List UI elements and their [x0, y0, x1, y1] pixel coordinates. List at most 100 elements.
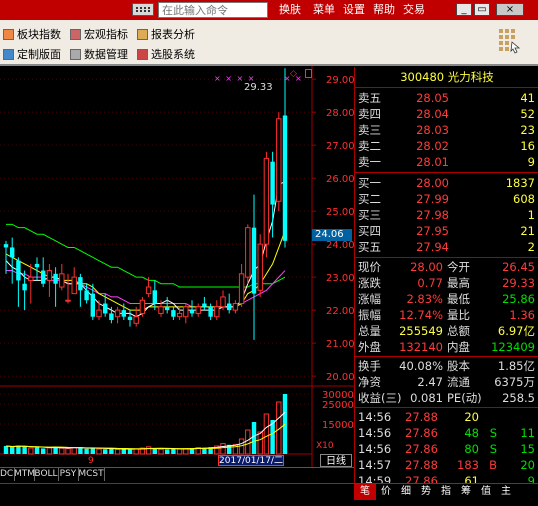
tick-price: 27.88 — [405, 410, 438, 424]
volume-bar — [220, 443, 226, 455]
minimize-button[interactable]: _ — [456, 3, 472, 16]
volume-bar — [103, 449, 108, 454]
bid-price: 27.99 — [416, 192, 449, 206]
stat-value: 29.33 — [502, 276, 535, 290]
kline-chart[interactable]: 29.00 28.00 27.00 26.00 25.00 24.00 23.00 22.00… — [0, 66, 354, 483]
candle-body — [121, 310, 126, 317]
volume-bar — [165, 449, 170, 454]
candle-body — [165, 306, 170, 311]
tick-volume: 48 — [464, 426, 479, 440]
tab-value[interactable]: 值 — [476, 484, 496, 500]
quote-panel: 300480 光力科技 卖五 28.05 41 卖四 28.04 52 卖三 28.03 23 卖… — [354, 67, 538, 504]
candle-body — [96, 309, 102, 318]
stat-label: 今开 — [447, 260, 470, 274]
macro-indicator-icon — [70, 28, 81, 40]
stat-label: 最低 — [447, 292, 470, 306]
volume-bar — [133, 448, 139, 455]
tick-time: 14:56 — [358, 426, 392, 440]
buy-book: 买一 28.00 1837 买二 27.99 608 买三 27.98 1 买四 27.95 21 买五… — [355, 173, 538, 257]
tab-detail[interactable]: 细 — [396, 484, 416, 500]
data-manage-button[interactable]: 数据管理 — [70, 46, 128, 62]
candle-body — [22, 283, 27, 291]
volume-bar — [263, 413, 270, 455]
ask-row: 卖二 28.02 16 — [355, 138, 538, 154]
indicator-tab-dc[interactable]: DC — [0, 468, 15, 481]
tab-price[interactable]: 价 — [376, 484, 396, 500]
candle-body — [245, 227, 251, 278]
sector-index-button[interactable]: 板块指数 — [3, 26, 61, 42]
command-input[interactable] — [158, 2, 268, 18]
menu-help[interactable]: 帮助 — [369, 1, 399, 18]
candle-body — [114, 309, 121, 318]
menu-menu[interactable]: 菜单 — [309, 1, 339, 18]
ask-label: 卖五 — [358, 91, 381, 105]
tab-trend[interactable]: 势 — [416, 484, 436, 500]
ask-volume: 41 — [520, 91, 535, 105]
crosshair-price-label: 24.06 — [312, 229, 352, 241]
stat-label: 现价 — [358, 260, 381, 274]
indicator-tab-mcst[interactable]: MCST — [78, 468, 105, 481]
ask-row: 卖四 28.04 52 — [355, 106, 538, 122]
stat-label: 涨跌 — [358, 276, 381, 290]
close-button[interactable]: × — [496, 3, 524, 16]
bid-row: 买四 27.95 21 — [355, 223, 538, 239]
stock-code: 300480 — [400, 70, 445, 84]
candle-body — [71, 276, 77, 295]
fundamental-row: 收益(三) 0.081 PE(动) 258.5 — [355, 390, 538, 406]
volume-bar — [59, 447, 65, 455]
tick-volume: 183 — [457, 458, 479, 472]
fundamental-label: 流通 — [447, 375, 470, 389]
volume-bar — [90, 447, 95, 454]
candle-body — [176, 312, 183, 318]
tick-row: 14:56 27.88 20 — [355, 409, 538, 425]
volume-bar — [251, 422, 257, 454]
sector-index-icon — [3, 28, 14, 40]
volume-ma10-line — [5, 423, 286, 450]
candle-body — [127, 316, 133, 321]
stat-value: 0.77 — [417, 276, 443, 290]
fundamental-value: 0.081 — [410, 391, 443, 405]
menu-skin[interactable]: 换肤 — [275, 1, 305, 18]
keyboard-icon[interactable] — [132, 3, 154, 16]
fundamental-value: 2.47 — [417, 375, 443, 389]
grid-layout-icon[interactable] — [497, 26, 521, 54]
custom-layout-button[interactable]: 定制版面 — [3, 46, 61, 62]
max-price-label: 29.33 — [244, 82, 273, 93]
volume-bar — [41, 448, 46, 454]
tab-ticks[interactable]: 笔 — [354, 484, 376, 500]
tab-main[interactable]: 主 — [496, 484, 516, 500]
stat-value: 255549 — [399, 324, 443, 338]
candle-body — [90, 293, 95, 317]
menu-settings[interactable]: 设置 — [339, 1, 369, 18]
candle-body — [103, 303, 108, 314]
report-analysis-button[interactable]: 报表分析 — [137, 26, 195, 42]
fundamental-label: 股本 — [447, 359, 470, 373]
tick-count: 20 — [520, 458, 535, 472]
volume-bar — [171, 449, 176, 454]
indicator-tab-psy[interactable]: PSY — [58, 468, 79, 481]
menu-trade[interactable]: 交易 — [399, 1, 429, 18]
tab-chips[interactable]: 筹 — [456, 484, 476, 500]
ask-volume: 52 — [520, 107, 535, 121]
restore-button[interactable]: ▭ — [474, 3, 490, 16]
stat-label: 外盘 — [358, 340, 381, 354]
macro-indicator-button[interactable]: 宏观指标 — [70, 26, 128, 42]
ask-row: 卖一 28.01 9 — [355, 154, 538, 170]
candle-body — [183, 306, 189, 318]
volume-bar — [114, 448, 121, 455]
stat-row: 涨幅 2.83% 最低 25.86 — [355, 291, 538, 307]
fundamental-label: 收益(三) — [358, 391, 402, 405]
ask-price: 28.05 — [416, 91, 449, 105]
fundamental-row: 净资 2.47 流通 6375万 — [355, 374, 538, 390]
indicator-tab-mtm[interactable]: MTM — [14, 468, 35, 481]
volume-bar — [96, 448, 102, 455]
bid-volume: 1837 — [505, 176, 535, 190]
tab-index[interactable]: 指 — [436, 484, 456, 500]
volume-bar — [127, 449, 133, 454]
stock-picker-button[interactable]: 选股系统 — [137, 46, 195, 62]
indicator-tab-boll[interactable]: BOLL — [34, 468, 59, 481]
stat-value: 132140 — [399, 340, 443, 354]
volume-bar — [257, 431, 263, 455]
tick-volume: 80 — [464, 442, 479, 456]
period-button[interactable]: 日线 — [320, 454, 352, 467]
